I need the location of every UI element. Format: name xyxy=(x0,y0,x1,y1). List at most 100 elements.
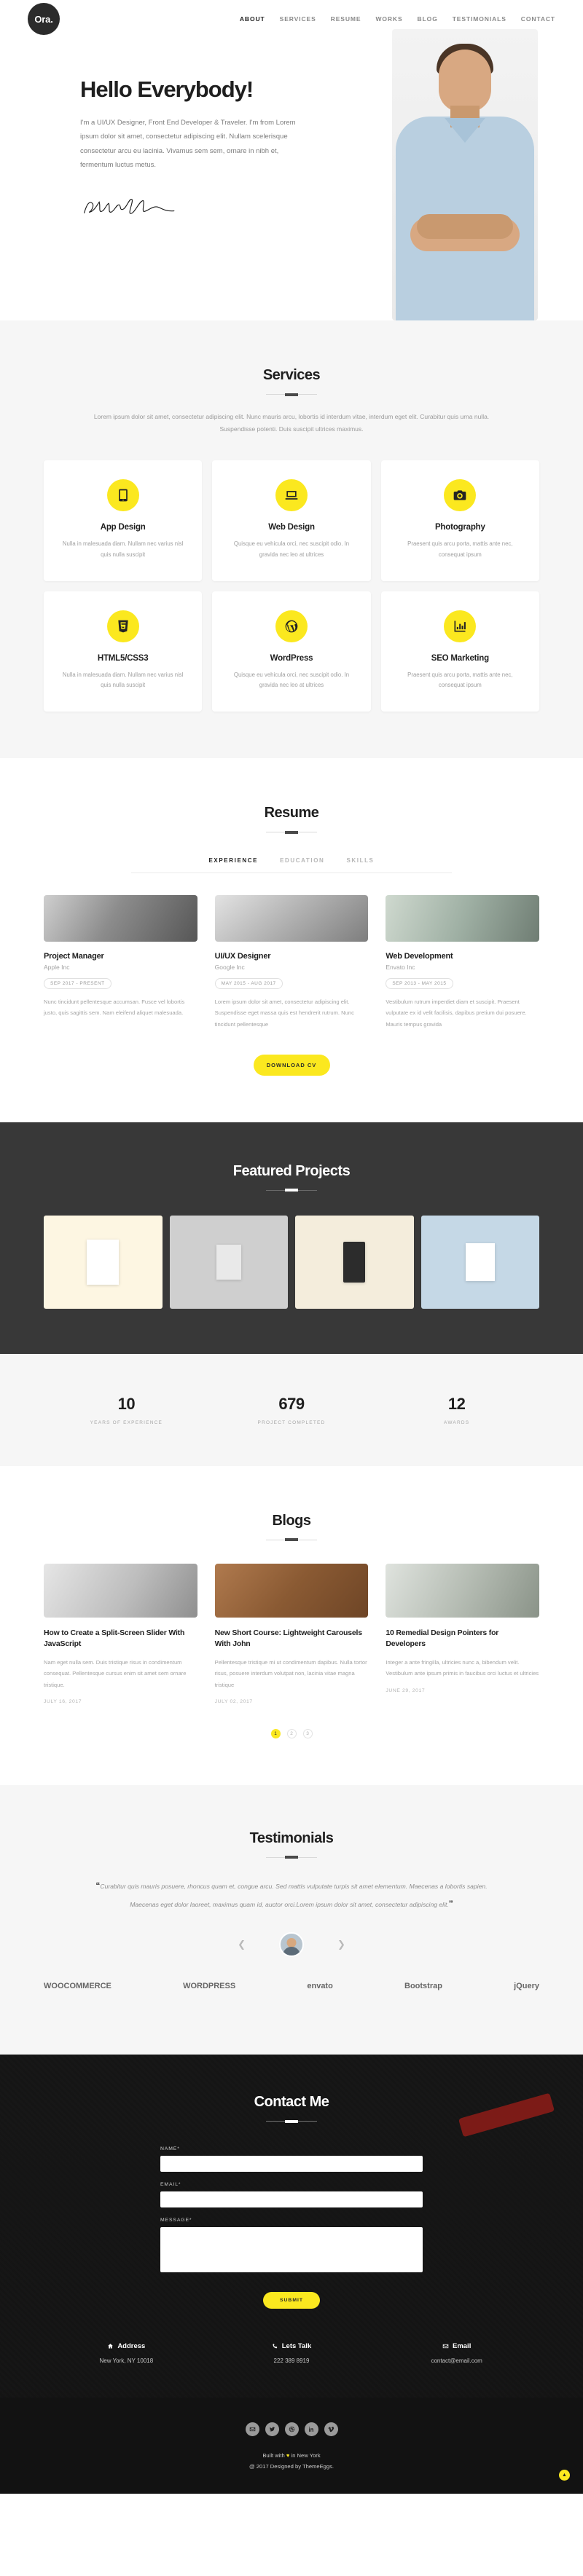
tab-experience[interactable]: EXPERIENCE xyxy=(209,857,259,864)
blog-title[interactable]: 10 Remedial Design Pointers for Develope… xyxy=(386,1628,539,1650)
services-subtitle: Lorem ipsum dolor sit amet, consectetur … xyxy=(93,413,490,433)
submit-button[interactable]: SUBMIT xyxy=(263,2292,320,2309)
blog-card[interactable]: 10 Remedial Design Pointers for Develope… xyxy=(386,1563,539,1704)
resume-role: Web Development xyxy=(386,952,453,961)
html5-icon xyxy=(106,610,139,642)
blog-date: JULY 16, 2017 xyxy=(44,1698,82,1704)
contact-form: NAME* EMAIL* MESSAGE* SUBMIT xyxy=(160,2146,423,2309)
download-cv-button[interactable]: DOWNLOAD CV xyxy=(253,1054,330,1076)
contact-title: Contact Me xyxy=(254,2094,329,2111)
vimeo-icon[interactable] xyxy=(324,2422,338,2437)
resume-description: Lorem ipsum dolor sit amet, consectetur … xyxy=(214,999,354,1028)
project-thumb-2[interactable] xyxy=(169,1215,288,1309)
blog-date: JUNE 29, 2017 xyxy=(386,1687,426,1693)
nav-item-blog[interactable]: BLOG xyxy=(418,15,438,23)
resume-item: UI/UX Designer Google Inc MAY 2015 - AUG… xyxy=(214,895,369,1030)
chevron-right-icon[interactable]: ❯ xyxy=(337,1939,345,1950)
service-card-seo-marketing[interactable]: SEO Marketing Praesent quis arcu porta, … xyxy=(380,591,539,712)
envelope-icon[interactable] xyxy=(245,2422,259,2437)
resume-item-image xyxy=(214,895,369,942)
testimonial-text: Curabitur quis mauris posuere, rhoncus q… xyxy=(100,1882,488,1908)
portrait-photo xyxy=(392,29,538,320)
service-title: HTML5/CSS3 xyxy=(97,653,149,663)
service-description: Praesent quis arcu porta, mattis ante ne… xyxy=(407,671,513,689)
resume-item-image xyxy=(386,895,539,942)
twitter-icon[interactable] xyxy=(265,2422,279,2437)
resume-company: Google Inc xyxy=(214,964,245,972)
section-divider xyxy=(266,2121,317,2122)
contact-info-heading: Email xyxy=(374,2342,539,2350)
service-card-html5-css3[interactable]: HTML5/CSS3 Nulla in malesuada diam. Null… xyxy=(44,591,203,712)
tab-skills[interactable]: SKILLS xyxy=(346,857,374,864)
blog-title[interactable]: How to Create a Split-Screen Slider With… xyxy=(44,1628,197,1650)
pagination-page-1[interactable]: 1 xyxy=(270,1728,281,1738)
service-card-photography[interactable]: Photography Praesent quis arcu porta, ma… xyxy=(380,460,539,581)
service-card-app-design[interactable]: App Design Nulla in malesuada diam. Null… xyxy=(44,460,203,581)
brand-logos: WOOCOMMERCE WORDPRESS envato Bootstrap j… xyxy=(44,1957,539,2012)
service-description: Nulla in malesuada diam. Nullam nec vari… xyxy=(62,540,184,558)
pagination-page-3[interactable]: 3 xyxy=(302,1728,313,1738)
back-to-top-button[interactable]: ▲ xyxy=(559,2470,570,2481)
chevron-left-icon[interactable]: ❮ xyxy=(238,1939,246,1950)
tab-education[interactable]: EDUCATION xyxy=(280,857,324,864)
footer-credit: Built with ♥ in New York @ 2017 Designed… xyxy=(0,2451,583,2472)
blog-image xyxy=(214,1563,369,1618)
blogs-pagination: 1 2 3 xyxy=(44,1728,539,1738)
service-description: Quisque eu vehicula orci, nec suscipit o… xyxy=(233,540,350,558)
testimonials-title: Testimonials xyxy=(249,1829,334,1846)
blogs-title: Blogs xyxy=(272,1512,311,1529)
brand-logo[interactable]: Ora. xyxy=(28,3,60,35)
counter-label: AWARDS xyxy=(444,1419,470,1425)
resume-item-image xyxy=(44,895,197,942)
nav-item-testimonials[interactable]: TESTIMONIALS xyxy=(453,15,506,23)
section-divider xyxy=(266,1856,317,1858)
pagination-page-2[interactable]: 2 xyxy=(286,1728,297,1738)
blog-card[interactable]: How to Create a Split-Screen Slider With… xyxy=(44,1563,197,1704)
nav-item-services[interactable]: SERVICES xyxy=(280,15,316,23)
blogs-section: Blogs How to Create a Split-Screen Slide… xyxy=(0,1466,583,1785)
blog-title[interactable]: New Short Course: Lightweight Carousels … xyxy=(215,1628,369,1650)
resume-items: Project Manager Apple Inc SEP 2017 - PRE… xyxy=(44,895,539,1030)
resume-tabs: EXPERIENCE EDUCATION SKILLS xyxy=(44,857,539,864)
counter-years-of-experience: 10 YEARS OF EXPERIENCE xyxy=(44,1395,209,1425)
resume-period: SEP 2017 - PRESENT xyxy=(44,978,111,990)
email-label: EMAIL* xyxy=(160,2182,181,2188)
hero-photo-area xyxy=(313,0,583,320)
project-thumb-4[interactable] xyxy=(420,1215,539,1309)
nav-item-works[interactable]: WORKS xyxy=(375,15,402,23)
email-input[interactable] xyxy=(160,2191,423,2208)
envelope-icon xyxy=(442,2344,449,2349)
copyright-text: @ 2017 Designed by ThemeEggs. xyxy=(249,2462,334,2470)
blog-excerpt: Integer a ante fringilla, ultricies nunc… xyxy=(386,1659,539,1677)
blog-card[interactable]: New Short Course: Lightweight Carousels … xyxy=(214,1563,369,1704)
services-title: Services xyxy=(262,367,321,383)
brand-logo-jquery: jQuery xyxy=(514,1982,539,1991)
wordpress-icon xyxy=(275,610,308,642)
contact-info-value: New York, NY 10018 xyxy=(99,2358,154,2365)
brand-logo-envato: envato xyxy=(307,1982,333,1991)
resume-description: Nunc tincidunt pellentesque accumsan. Fu… xyxy=(44,999,185,1017)
message-textarea[interactable] xyxy=(160,2227,423,2273)
contact-info-address: Address New York, NY 10018 xyxy=(44,2342,209,2364)
quote-close-icon: ” xyxy=(448,1899,453,1909)
service-card-web-design[interactable]: Web Design Quisque eu vehicula orci, nec… xyxy=(212,460,371,581)
built-with-text: Built with xyxy=(262,2452,285,2459)
service-card-wordpress[interactable]: WordPress Quisque eu vehicula orci, nec … xyxy=(212,591,371,712)
dribbble-icon[interactable] xyxy=(284,2422,299,2437)
nav-item-contact[interactable]: CONTACT xyxy=(521,15,555,23)
chart-bar-icon xyxy=(444,610,477,642)
contact-info-label: Lets Talk xyxy=(281,2342,312,2351)
brand-logo-bootstrap: Bootstrap xyxy=(404,1982,442,1991)
brand-logo-woocommerce: WOOCOMMERCE xyxy=(44,1982,111,1991)
project-thumb-3[interactable] xyxy=(295,1215,414,1309)
project-thumb-1[interactable] xyxy=(44,1215,163,1309)
counter-project-completed: 679 PROJECT COMPLETED xyxy=(209,1395,375,1425)
featured-projects-section: Featured Projects xyxy=(0,1122,583,1354)
testimonials-navigation: ❮ ❯ xyxy=(44,1932,539,1958)
resume-period: SEP 2013 - MAY 2015 xyxy=(386,978,453,990)
blog-excerpt: Pellentesque tristique mi ut condimentum… xyxy=(214,1659,367,1688)
linkedin-icon[interactable] xyxy=(304,2422,318,2437)
nav-item-resume[interactable]: RESUME xyxy=(331,15,361,23)
nav-item-about[interactable]: ABOUT xyxy=(240,15,265,23)
name-input[interactable] xyxy=(160,2156,423,2173)
